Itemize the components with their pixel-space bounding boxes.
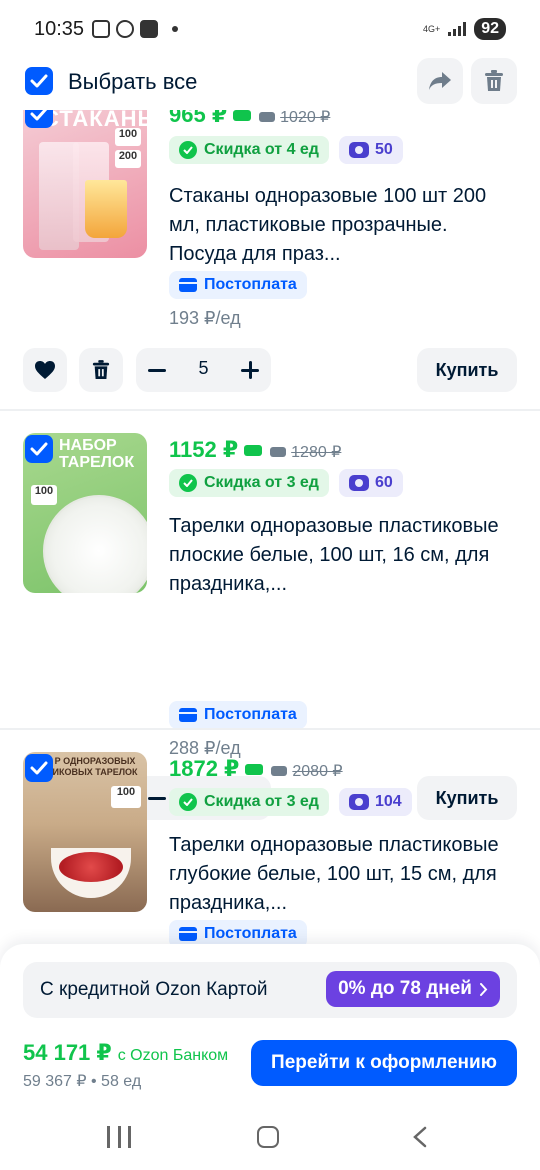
status-time: 10:35 (34, 18, 85, 40)
badges: Скидка от 3 ед 60 (169, 469, 403, 497)
select-all-checkbox[interactable] (25, 67, 53, 95)
credit-offer-text: С кредитной Ozon Картой (40, 979, 268, 1000)
points-badge[interactable]: 104 (338, 788, 412, 816)
delete-item-button[interactable] (79, 348, 123, 392)
points-icon (348, 794, 369, 810)
product-image[interactable]: СТАКАНЫ 100 200 (23, 110, 147, 258)
ozon-card-icon (245, 763, 264, 775)
item-checkbox[interactable] (25, 754, 53, 782)
back-button[interactable] (412, 1126, 428, 1148)
postpay-card-icon (179, 278, 197, 292)
signal-icon (448, 22, 467, 36)
check-circle-icon (179, 141, 197, 159)
unit-price: 193 ₽/ед (169, 308, 241, 328)
checkout-button[interactable]: Перейти к оформлению (251, 1040, 517, 1086)
ozon-notification-icon (140, 20, 158, 38)
battery-indicator: 92 (474, 18, 506, 40)
favorite-button[interactable] (23, 348, 67, 392)
heart-icon (35, 361, 55, 379)
select-all-label[interactable]: Выбрать все (68, 69, 197, 95)
status-bar: 10:35 4G+ 92 (0, 0, 540, 60)
check-icon (30, 110, 48, 121)
quantity-stepper: 5 (136, 348, 271, 392)
price-row: 965 ₽ 1020 ₽ (169, 110, 330, 128)
item-checkbox[interactable] (25, 435, 53, 463)
price: 1872 ₽ (169, 756, 264, 782)
price: 965 ₽ (169, 110, 252, 128)
badges: Скидка от 3 ед 104 (169, 788, 412, 816)
divider (0, 728, 540, 730)
credit-offer[interactable]: С кредитной Ozon Картой 0% до 78 дней (23, 962, 517, 1018)
chevron-right-icon (480, 982, 488, 996)
cart-header: Выбрать все (0, 58, 540, 108)
check-icon (30, 74, 48, 88)
postpay-card-icon (179, 708, 197, 722)
recent-apps-button[interactable] (107, 1126, 131, 1148)
notification-icons (92, 20, 178, 38)
card-icon (259, 112, 276, 122)
trash-icon (485, 70, 503, 91)
old-price: 1280 ₽ (270, 442, 341, 462)
discount-badge[interactable]: Скидка от 3 ед (169, 469, 329, 497)
product-title[interactable]: Стаканы одноразовые 100 шт 200 мл, пласт… (169, 182, 519, 269)
product-image[interactable]: НАБОР ТАРЕЛОК 100 (23, 433, 147, 593)
card-icon (271, 766, 288, 776)
postpay-card-icon (179, 927, 197, 941)
discount-badge[interactable]: Скидка от 4 ед (169, 136, 329, 164)
buy-button[interactable]: Купить (417, 348, 517, 392)
product-image[interactable]: Р ОДНОРАЗОВЫХ ИКОВЫХ ТАРЕЛОК 100 (23, 752, 147, 912)
image-caption: НАБОР ТАРЕЛОК (59, 437, 135, 471)
bank-label: с Ozon Банком (117, 1047, 229, 1064)
increase-button[interactable] (241, 361, 259, 379)
points-badge[interactable]: 50 (338, 136, 403, 164)
check-circle-icon (179, 474, 197, 492)
postpay-badge[interactable]: Постоплата (169, 271, 307, 299)
network-type: 4G+ (422, 23, 441, 34)
total-sum: 54 171 ₽ (23, 1040, 112, 1065)
points-badge[interactable]: 60 (338, 469, 403, 497)
trash-icon (92, 360, 110, 379)
price-row: 1152 ₽ 1280 ₽ (169, 437, 341, 463)
share-icon (429, 72, 451, 90)
product-title[interactable]: Тарелки одноразовые пластиковые глубокие… (169, 831, 519, 918)
delete-selected-button[interactable] (471, 58, 517, 104)
check-icon (30, 442, 48, 456)
share-button[interactable] (417, 58, 463, 104)
credit-offer-badge[interactable]: 0% до 78 дней (326, 971, 500, 1007)
card-icon (270, 447, 287, 457)
old-price: 2080 ₽ (271, 761, 343, 781)
buy-button[interactable]: Купить (417, 776, 517, 820)
points-icon (348, 142, 369, 158)
price-row: 1872 ₽ 2080 ₽ (169, 756, 343, 782)
check-icon (30, 761, 48, 775)
divider (0, 409, 540, 411)
subtotal: 59 367 ₽ • 58 ед (23, 1073, 142, 1090)
ozon-card-icon (233, 110, 252, 121)
item-checkbox[interactable] (25, 110, 53, 128)
discount-badge[interactable]: Скидка от 3 ед (169, 788, 329, 816)
cart-items-list[interactable]: СТАКАНЫ 100 200 965 ₽ 1020 ₽ Скидка от 4… (0, 110, 540, 950)
system-navigation-bar (0, 1110, 540, 1170)
item-actions: 5 Купить (23, 348, 517, 392)
product-title[interactable]: Тарелки одноразовые пластиковые плоские … (169, 512, 519, 599)
screenshot-icon (92, 20, 110, 38)
image-caption: Р ОДНОРАЗОВЫХ ИКОВЫХ ТАРЕЛОК (52, 756, 138, 777)
app-notification-icon (116, 20, 134, 38)
check-circle-icon (179, 793, 197, 811)
total-price: 54 171 ₽ с Ozon Банком (23, 1040, 228, 1066)
more-notifications-icon (172, 26, 178, 32)
postpay-badge[interactable]: Постоплата (169, 701, 307, 729)
system-indicators: 4G+ 92 (423, 18, 506, 40)
badges: Скидка от 4 ед 50 (169, 136, 403, 164)
old-price: 1020 ₽ (259, 110, 330, 127)
home-button[interactable] (257, 1126, 279, 1148)
ozon-card-icon (244, 444, 263, 456)
points-icon (348, 475, 369, 491)
price: 1152 ₽ (169, 437, 263, 463)
